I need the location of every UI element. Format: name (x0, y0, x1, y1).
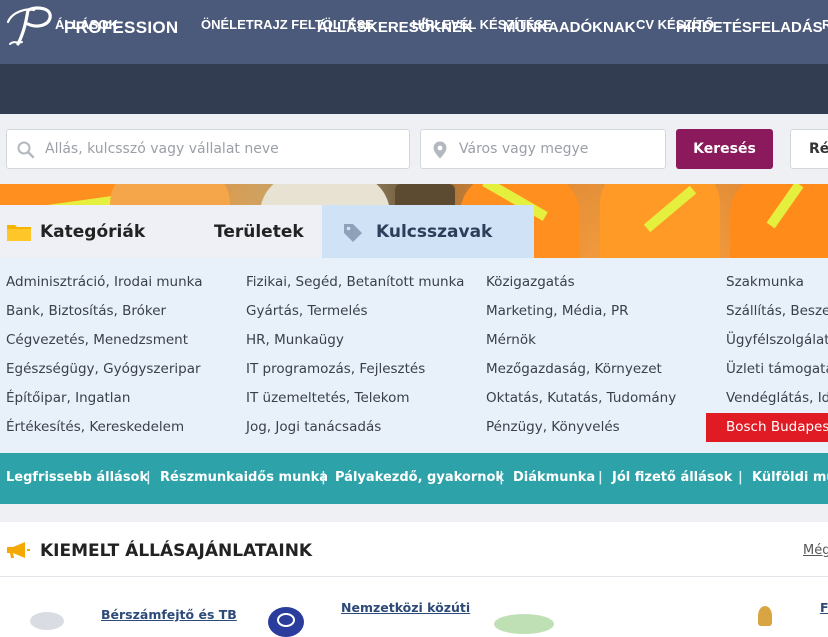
subnav-newsletter[interactable]: HÍRLEVÉL KÉSZÍTÉSE (412, 17, 552, 32)
quick-link-part-time[interactable]: Részmunkaidős munka (160, 470, 328, 485)
tab-keywords[interactable]: Kulcsszavak (322, 205, 534, 258)
megaphone-icon (7, 542, 30, 558)
job-title-link[interactable]: Nemzetközi közúti (341, 600, 470, 615)
more-link[interactable]: Még (803, 543, 828, 558)
search-icon (17, 141, 35, 159)
category-link[interactable]: Mezőgazdaság, Környezet (486, 361, 662, 377)
job-title-link[interactable]: Bérszámfejtő és TB (101, 607, 237, 622)
keyword-field (6, 129, 410, 169)
keyword-input[interactable] (43, 130, 403, 168)
search-button[interactable]: Keresés (676, 129, 773, 169)
category-link[interactable]: HR, Munkaügy (246, 332, 344, 348)
company-logo[interactable] (758, 606, 772, 626)
job-title-link[interactable]: F (820, 600, 828, 615)
category-link[interactable]: Értékesítés, Kereskedelem (6, 419, 184, 435)
category-link[interactable]: Közigazgatás (486, 274, 575, 290)
category-link[interactable]: Szakmunka (726, 274, 804, 290)
subnav-cv-builder[interactable]: CV KÉSZÍTŐ (636, 17, 714, 32)
category-link[interactable]: Cégvezetés, Menedzsment (6, 332, 188, 348)
location-input[interactable] (457, 130, 657, 168)
quick-link-entry-level[interactable]: Pályakezdő, gyakornok (335, 470, 504, 485)
tab-categories[interactable]: Kategóriák Területek (0, 205, 322, 258)
category-link[interactable]: Mérnök (486, 332, 536, 348)
sponsor-link-bosch[interactable]: Bosch Budapest (706, 413, 828, 442)
category-link[interactable]: Szállítás, Beszer (726, 303, 828, 319)
category-link[interactable]: Fizikai, Segéd, Betanított munka (246, 274, 464, 290)
location-pin-icon (433, 141, 447, 159)
category-link[interactable]: Jog, Jogi tanácsadás (246, 419, 381, 435)
tab-regions-label[interactable]: Területek (214, 222, 304, 242)
tab-categories-label: Kategóriák (40, 222, 146, 242)
quick-link-latest[interactable]: Legfrissebb állások (6, 470, 148, 485)
category-link[interactable]: Egészségügy, Gyógyszeripar (6, 361, 201, 377)
sub-nav-bar (0, 64, 828, 114)
category-link[interactable]: Pénzügy, Könyvelés (486, 419, 620, 435)
quick-link-abroad[interactable]: Külföldi mu (752, 470, 828, 485)
company-logo[interactable] (268, 607, 304, 637)
location-field (420, 129, 666, 169)
category-link[interactable]: Vendéglátás, Ide (726, 390, 828, 406)
category-link[interactable]: Üzleti támogatá (726, 361, 828, 377)
category-link[interactable]: Gyártás, Termelés (246, 303, 368, 319)
company-logo[interactable] (494, 614, 554, 634)
subnav-cv-upload[interactable]: ÖNÉLETRAJZ FELTÖLTÉSE (201, 17, 374, 32)
category-link[interactable]: IT üzemeltetés, Telekom (246, 390, 410, 406)
separator: | (738, 470, 743, 485)
category-link[interactable]: Bank, Biztosítás, Bróker (6, 303, 166, 319)
category-link[interactable]: Adminisztráció, Irodai munka (6, 274, 203, 290)
separator: | (598, 470, 603, 485)
featured-title: KIEMELT ÁLLÁSAJÁNLATAINK (40, 541, 313, 561)
separator: | (499, 470, 504, 485)
subnav-jobs[interactable]: ÁLLÁSOK (55, 17, 118, 32)
category-link[interactable]: IT programozás, Fejlesztés (246, 361, 425, 377)
subnav-more[interactable]: R (822, 17, 828, 32)
category-link[interactable]: Oktatás, Kutatás, Tudomány (486, 390, 676, 406)
category-link[interactable]: Marketing, Média, PR (486, 303, 629, 319)
category-link[interactable]: Építőipar, Ingatlan (6, 390, 130, 406)
category-link[interactable]: Ügyfélszolgálat (726, 332, 828, 348)
quick-link-well-paid[interactable]: Jól fizető állások (612, 470, 732, 485)
company-logo[interactable] (30, 612, 64, 630)
section-divider (0, 504, 828, 522)
quick-links-bar: Legfrissebb állások | Részmunkaidős munk… (0, 453, 828, 504)
separator: | (321, 470, 326, 485)
separator: | (146, 470, 151, 485)
folder-icon (7, 225, 31, 241)
quick-link-student-work[interactable]: Diákmunka (513, 470, 595, 485)
extra-button[interactable]: Ré (790, 129, 828, 169)
profession-logo-icon[interactable] (4, 4, 56, 48)
tag-icon (344, 224, 362, 242)
tab-keywords-label: Kulcsszavak (376, 222, 493, 242)
